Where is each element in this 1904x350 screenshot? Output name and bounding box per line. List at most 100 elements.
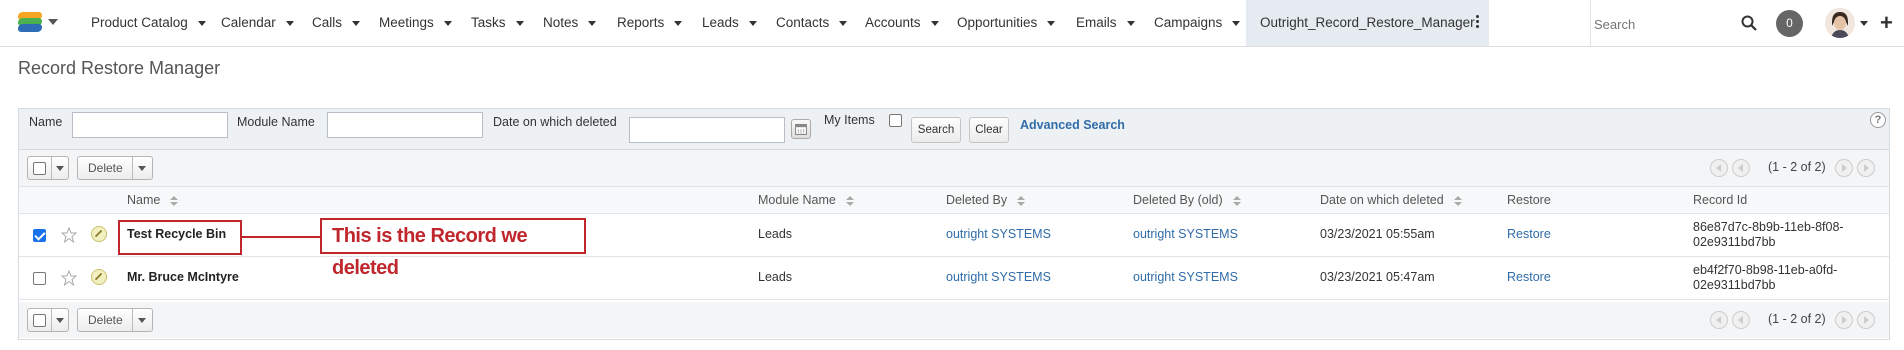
sort-icon[interactable] <box>1017 195 1026 206</box>
last-page-icon[interactable] <box>1857 311 1875 329</box>
nav-item-calendar[interactable]: Calendar <box>221 0 294 46</box>
calendar-picker-icon[interactable] <box>791 119 811 139</box>
pencil-icon <box>94 272 103 281</box>
record-id: 86e87d7c-8b9b-11eb-8f08-02e9311bd7bb <box>1693 220 1844 249</box>
deleted-by-link[interactable]: outright SYSTEMS <box>946 227 1051 241</box>
first-page-icon[interactable] <box>1710 159 1728 177</box>
my-items-label: My Items <box>824 113 875 127</box>
nav-item-meetings[interactable]: Meetings <box>379 0 452 46</box>
sort-icon[interactable] <box>1232 195 1241 206</box>
global-search-input[interactable] <box>1594 12 1744 36</box>
chevron-down-icon[interactable] <box>588 20 597 26</box>
module-name-filter-input[interactable] <box>327 112 483 138</box>
date-deleted-filter-label: Date on which deleted <box>493 115 617 129</box>
record-list-view: Delete (1 - 2 of 2) Name Module Name Del… <box>18 150 1890 340</box>
top-navigation-bar: Product Catalog Calendar Calls Meetings … <box>0 0 1904 47</box>
pagination-count: (1 - 2 of 2) <box>1768 312 1826 326</box>
chevron-down-icon[interactable] <box>674 20 683 26</box>
chevron-down-icon[interactable] <box>197 20 206 26</box>
restore-link[interactable]: Restore <box>1507 227 1551 241</box>
nav-item-tasks[interactable]: Tasks <box>471 0 524 46</box>
last-page-icon[interactable] <box>1857 159 1875 177</box>
column-header-restore: Restore <box>1507 193 1551 207</box>
chevron-down-icon[interactable] <box>138 318 146 323</box>
next-page-icon[interactable] <box>1835 159 1853 177</box>
column-header-deleted-by-old[interactable]: Deleted By (old) <box>1133 193 1241 207</box>
date-deleted-filter-input[interactable] <box>629 117 785 143</box>
chevron-down-icon[interactable] <box>138 166 146 171</box>
name-filter-input[interactable] <box>72 112 228 138</box>
table-header-row: Name Module Name Deleted By Deleted By (… <box>19 186 1889 214</box>
nav-item-opportunities[interactable]: Opportunities <box>957 0 1056 46</box>
deleted-by-link[interactable]: outright SYSTEMS <box>946 270 1051 284</box>
nav-item-reports[interactable]: Reports <box>617 0 683 46</box>
more-options-icon[interactable] <box>1476 15 1480 31</box>
restore-link[interactable]: Restore <box>1507 270 1551 284</box>
clear-button[interactable]: Clear <box>969 117 1009 143</box>
user-photo-icon <box>1825 8 1855 38</box>
chevron-down-icon[interactable] <box>839 20 848 26</box>
previous-page-icon[interactable] <box>1732 159 1750 177</box>
column-header-module-name[interactable]: Module Name <box>758 193 854 207</box>
column-header-record-id: Record Id <box>1693 193 1748 207</box>
chevron-down-icon[interactable] <box>285 20 294 26</box>
help-icon[interactable]: ? <box>1870 112 1886 128</box>
mass-select-dropdown[interactable] <box>27 308 69 332</box>
pagination-count: (1 - 2 of 2) <box>1768 160 1826 174</box>
row-select-checkbox[interactable] <box>33 272 46 285</box>
favorite-star-icon[interactable] <box>61 270 77 286</box>
chevron-down-icon[interactable] <box>443 20 452 26</box>
chevron-down-icon[interactable] <box>1232 20 1241 26</box>
nav-item-accounts[interactable]: Accounts <box>865 0 939 46</box>
previous-page-icon[interactable] <box>1732 311 1750 329</box>
column-header-date-deleted[interactable]: Date on which deleted <box>1320 193 1462 207</box>
deleted-by-old-link[interactable]: outright SYSTEMS <box>1133 270 1238 284</box>
chevron-down-icon <box>48 19 58 25</box>
search-icon[interactable] <box>1741 15 1757 31</box>
sort-icon[interactable] <box>845 195 854 206</box>
nav-item-record-restore-manager[interactable]: Outright_Record_Restore_Manager <box>1246 0 1489 46</box>
column-header-name[interactable]: Name <box>127 193 179 207</box>
first-page-icon[interactable] <box>1710 311 1728 329</box>
chevron-down-icon[interactable] <box>352 20 361 26</box>
chevron-down-icon[interactable] <box>1860 21 1868 26</box>
next-page-icon[interactable] <box>1835 311 1853 329</box>
user-avatar[interactable] <box>1825 8 1855 38</box>
edit-pencil-icon[interactable] <box>91 269 107 285</box>
quick-create-plus-icon[interactable]: + <box>1880 12 1893 34</box>
column-header-deleted-by[interactable]: Deleted By <box>946 193 1026 207</box>
advanced-search-link[interactable]: Advanced Search <box>1020 118 1125 132</box>
nav-item-emails[interactable]: Emails <box>1076 0 1135 46</box>
deleted-by-old-link[interactable]: outright SYSTEMS <box>1133 227 1238 241</box>
edit-pencil-icon[interactable] <box>91 226 107 242</box>
chevron-down-icon[interactable] <box>56 318 64 323</box>
app-logo-menu[interactable] <box>14 10 60 36</box>
chevron-down-icon[interactable] <box>1126 20 1135 26</box>
record-name[interactable]: Mr. Bruce McIntyre <box>127 270 239 284</box>
nav-item-leads[interactable]: Leads <box>702 0 757 46</box>
row-select-checkbox[interactable] <box>33 229 46 242</box>
nav-item-contacts[interactable]: Contacts <box>776 0 848 46</box>
delete-action-button[interactable]: Delete <box>77 156 153 180</box>
module-name: Leads <box>758 270 793 284</box>
nav-item-campaigns[interactable]: Campaigns <box>1154 0 1241 46</box>
search-button[interactable]: Search <box>911 117 961 143</box>
nav-item-notes[interactable]: Notes <box>543 0 597 46</box>
nav-item-calls[interactable]: Calls <box>312 0 361 46</box>
delete-label: Delete <box>88 161 123 175</box>
chevron-down-icon[interactable] <box>515 20 524 26</box>
select-all-checkbox[interactable] <box>33 314 46 327</box>
delete-action-button[interactable]: Delete <box>77 308 153 332</box>
mass-select-dropdown[interactable] <box>27 156 69 180</box>
chevron-down-icon[interactable] <box>56 166 64 171</box>
sort-icon[interactable] <box>170 195 179 206</box>
sort-icon[interactable] <box>1453 195 1462 206</box>
my-items-checkbox[interactable] <box>889 114 902 127</box>
chevron-down-icon[interactable] <box>930 20 939 26</box>
notification-count-badge[interactable]: 0 <box>1776 10 1803 37</box>
chevron-down-icon[interactable] <box>748 20 757 26</box>
favorite-star-icon[interactable] <box>61 227 77 243</box>
chevron-down-icon[interactable] <box>1047 20 1056 26</box>
nav-item-product-catalog[interactable]: Product Catalog <box>91 0 206 46</box>
select-all-checkbox[interactable] <box>33 162 46 175</box>
